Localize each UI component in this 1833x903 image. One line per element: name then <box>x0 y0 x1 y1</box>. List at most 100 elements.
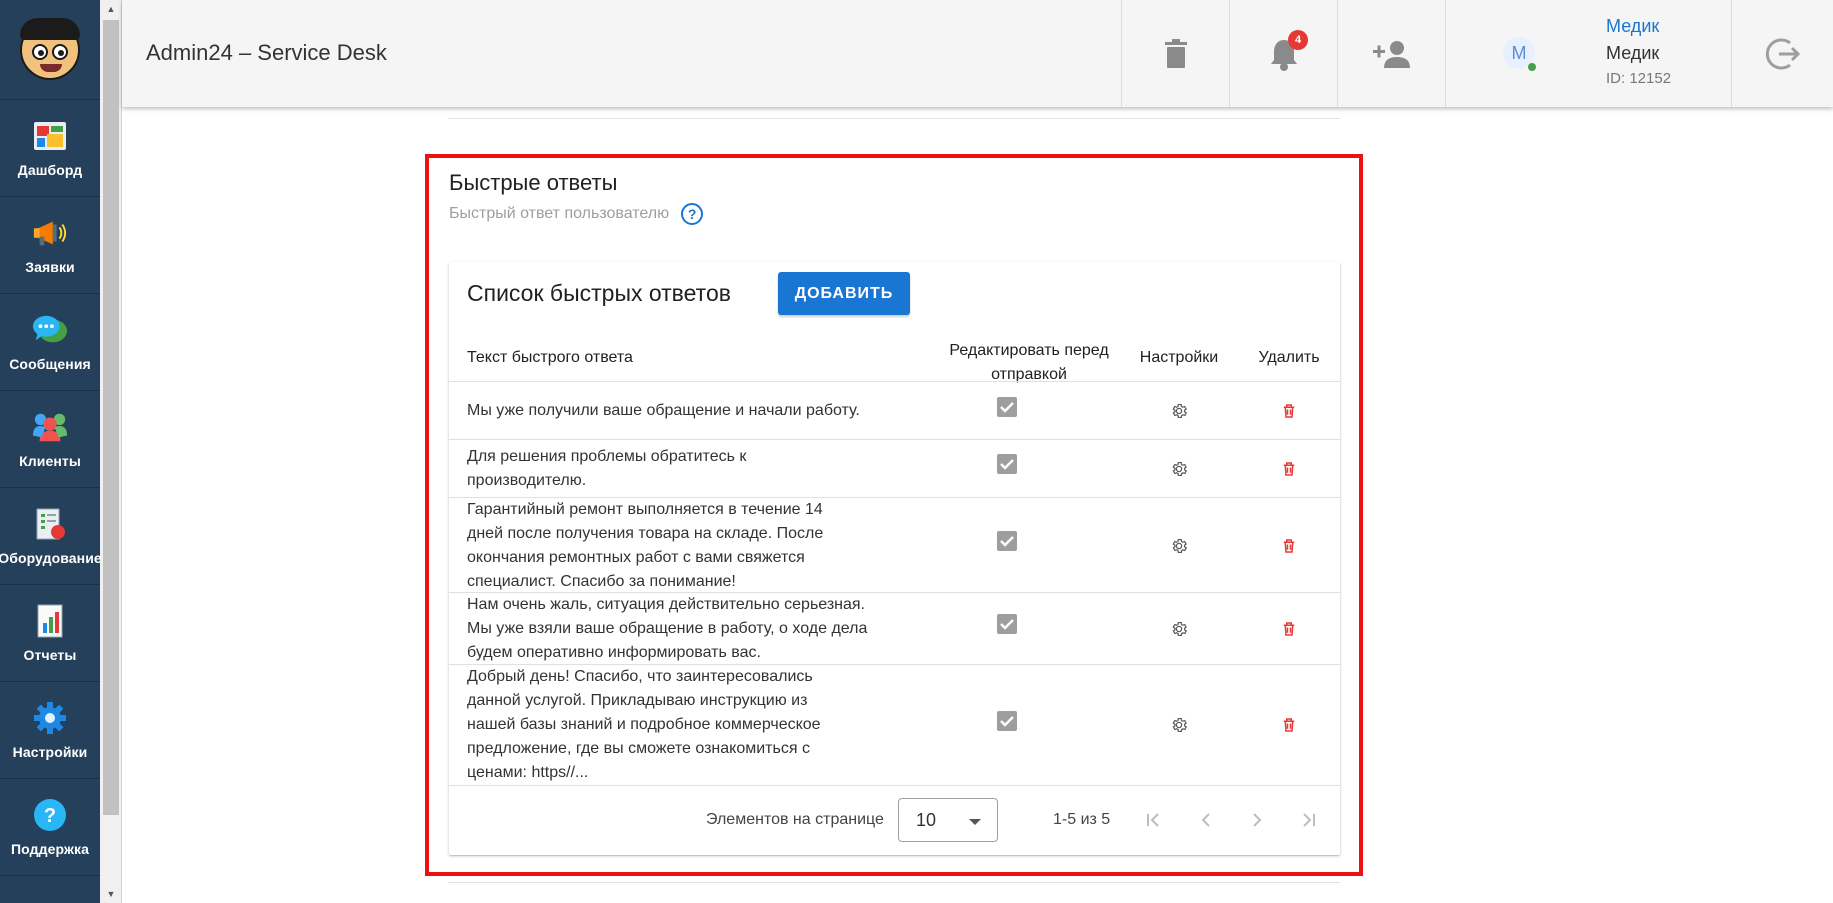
sidebar-item-label: Настройки <box>12 744 88 760</box>
settings-gear-icon[interactable] <box>1170 460 1188 478</box>
section-subtitle-text: Быстрый ответ пользователю <box>449 205 670 222</box>
user-name: Медик <box>1606 43 1660 63</box>
sidebar-item-label: Оборудование <box>0 550 102 566</box>
settings-gear-icon[interactable] <box>1170 537 1188 555</box>
sidebar: Дашборд Заявки Сообщения Клиенты Оборудо… <box>0 0 102 903</box>
section-title: Быстрые ответы <box>449 170 618 195</box>
next-page-button[interactable] <box>1245 808 1269 832</box>
per-page-select[interactable]: 10 <box>898 798 998 842</box>
scroll-down-arrow[interactable]: ▼ <box>100 885 122 903</box>
user-profile[interactable]: М Медик Медик ID: 12152 <box>1445 0 1731 107</box>
add-user-icon <box>1372 40 1410 68</box>
sidebar-item-dashboard[interactable]: Дашборд <box>0 100 100 197</box>
sidebar-item-label: Клиенты <box>19 453 81 469</box>
divider <box>448 118 1340 119</box>
card-title: Список быстрых ответов <box>467 280 731 306</box>
last-page-icon <box>1303 813 1315 827</box>
users-icon <box>32 409 68 445</box>
sidebar-item-reports[interactable]: Отчеты <box>0 585 100 682</box>
page-scrollbar[interactable]: ▲ ▼ <box>100 0 122 903</box>
column-header-text: Текст быстрого ответа <box>467 349 633 366</box>
app-title: Admin24 – Service Desk <box>146 40 387 65</box>
quick-replies-card: Список быстрых ответов ДОБАВИТЬ Текст бы… <box>449 262 1340 855</box>
delete-trash-icon[interactable] <box>1280 537 1298 555</box>
table-row: Гарантийный ремонт выполняется в течение… <box>449 497 1340 592</box>
logout-button[interactable] <box>1731 0 1833 107</box>
app-logo[interactable] <box>0 0 100 100</box>
help-icon: ? <box>32 797 68 833</box>
edit-before-send-checkbox[interactable] <box>997 614 1017 634</box>
column-header-settings: Настройки <box>1139 349 1219 366</box>
user-info: Медик Медик ID: 12152 <box>1606 16 1671 87</box>
settings-gear-icon[interactable] <box>1170 402 1188 420</box>
equipment-icon <box>32 506 68 542</box>
reply-text: Гарантийный ремонт выполняется в течение… <box>467 501 824 590</box>
notifications-button[interactable]: 4 <box>1229 0 1337 107</box>
column-header-edit-label: Редактировать перед отправкой <box>949 342 1109 383</box>
add-button[interactable]: ДОБАВИТЬ <box>778 272 910 315</box>
sidebar-item-support[interactable]: ? Поддержка <box>0 779 100 876</box>
table-row: Мы уже получили ваше обращение и начали … <box>449 381 1340 439</box>
add-user-button[interactable] <box>1337 0 1445 107</box>
question-circle-icon[interactable]: ? <box>681 203 704 225</box>
chat-bubbles-icon <box>32 312 68 348</box>
online-status-dot <box>1528 63 1536 71</box>
sidebar-item-label: Сообщения <box>9 356 91 372</box>
per-page-value: 10 <box>916 810 937 830</box>
settings-gear-icon[interactable] <box>1170 716 1188 734</box>
sidebar-item-clients[interactable]: Клиенты <box>0 391 100 488</box>
sidebar-item-label: Заявки <box>25 259 75 275</box>
per-page-label: Элементов на странице <box>706 811 884 828</box>
sidebar-item-tickets[interactable]: Заявки <box>0 197 100 294</box>
reply-text: Добрый день! Спасибо, что заинтересовали… <box>467 668 821 781</box>
chevron-right-icon <box>1253 813 1262 827</box>
edit-before-send-checkbox[interactable] <box>997 711 1017 731</box>
edit-before-send-checkbox[interactable] <box>997 454 1017 474</box>
trash-button[interactable] <box>1121 0 1229 107</box>
column-header-delete: Удалить <box>1258 349 1320 366</box>
table-pagination: Элементов на странице 10 1-5 из 5 <box>449 785 1340 855</box>
delete-trash-icon[interactable] <box>1280 620 1298 638</box>
chevron-left-icon <box>1201 813 1210 827</box>
scrollbar-thumb[interactable] <box>103 20 119 815</box>
gear-icon <box>32 700 68 736</box>
reply-text: Мы уже получили ваше обращение и начали … <box>467 402 860 419</box>
notification-badge: 4 <box>1288 30 1308 50</box>
delete-trash-icon[interactable] <box>1280 460 1298 478</box>
delete-trash-icon[interactable] <box>1280 716 1298 734</box>
report-icon <box>32 603 68 639</box>
table-row: Нам очень жаль, ситуация действительно с… <box>449 592 1340 664</box>
user-id: ID: 12152 <box>1606 70 1672 87</box>
sidebar-item-messages[interactable]: Сообщения <box>0 294 100 391</box>
sidebar-item-label: Поддержка <box>11 841 89 857</box>
divider <box>448 882 1340 883</box>
first-page-icon <box>1147 813 1159 827</box>
table-row: Для решения проблемы обратитесь к произв… <box>449 439 1340 497</box>
reply-text: Для решения проблемы обратитесь к произв… <box>467 448 747 489</box>
last-page-button[interactable] <box>1296 808 1320 832</box>
page-range: 1-5 из 5 <box>1053 811 1111 828</box>
scroll-up-arrow[interactable]: ▲ <box>100 0 122 18</box>
megaphone-icon <box>32 215 68 251</box>
section-subtitle: Быстрый ответ пользователю ? <box>449 203 704 225</box>
sidebar-item-settings[interactable]: Настройки <box>0 682 100 779</box>
settings-gear-icon[interactable] <box>1170 620 1188 638</box>
sidebar-item-label: Отчеты <box>23 647 77 663</box>
reply-text: Нам очень жаль, ситуация действительно с… <box>467 596 868 661</box>
sidebar-item-label: Дашборд <box>17 162 83 178</box>
user-profile-link[interactable]: Медик <box>1606 16 1671 37</box>
edit-before-send-checkbox[interactable] <box>997 531 1017 551</box>
first-page-button[interactable] <box>1142 808 1166 832</box>
sidebar-item-equipment[interactable]: Оборудование <box>0 488 102 585</box>
logo-face-icon <box>20 17 80 80</box>
trash-icon <box>1164 38 1187 68</box>
table-row: Добрый день! Спасибо, что заинтересовали… <box>449 664 1340 785</box>
chevron-down-icon <box>969 819 981 825</box>
delete-trash-icon[interactable] <box>1280 402 1298 420</box>
edit-before-send-checkbox[interactable] <box>997 397 1017 417</box>
top-header: Admin24 – Service Desk 4 М Медик Медик I… <box>122 0 1833 107</box>
prev-page-button[interactable] <box>1194 808 1218 832</box>
svg-text:?: ? <box>44 805 56 827</box>
dashboard-icon <box>32 118 68 154</box>
logout-icon <box>1765 38 1800 69</box>
